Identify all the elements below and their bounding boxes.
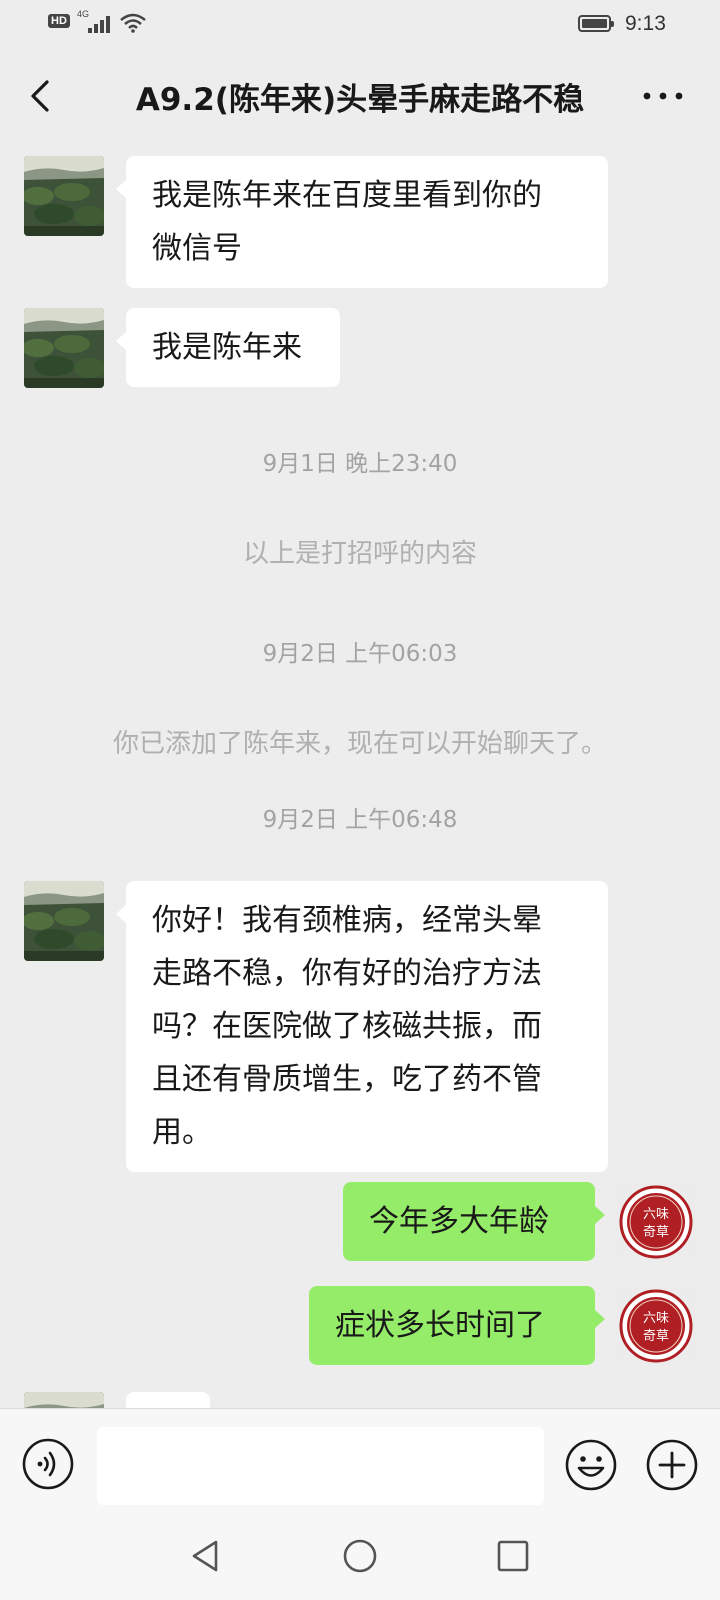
svg-text:奇草: 奇草 [643,1224,669,1240]
message-bubble-incoming[interactable]: 你好！我有颈椎病，经常头晕 走路不稳，你有好的治疗方法 吗？在医院做了核磁共振，… [116,881,608,1172]
chat-title: A9.2(陈年来)头晕手麻走路不稳 [135,82,585,118]
timestamp: 9月2日 上午06:03 [262,641,458,667]
chat-header: A9.2(陈年来)头晕手麻走路不稳 [0,50,720,144]
input-bar [0,1408,720,1515]
avatar-self[interactable]: 六味 奇草 [616,1286,696,1366]
field-photo-icon [24,308,104,388]
message-line: 用。 [152,1115,212,1150]
plus-icon[interactable] [644,1437,700,1493]
message-input[interactable] [97,1427,544,1505]
voice-icon[interactable] [21,1437,75,1491]
message-line: 症状多长时间了 [335,1308,545,1343]
timestamp: 9月2日 上午06:48 [262,807,458,833]
message-line: 且还有骨质增生，吃了药不管 [152,1062,542,1097]
message-bubble-outgoing[interactable]: 今年多大年龄 [343,1182,605,1261]
hd-badge: HD [48,14,70,28]
timestamp: 9月1日 晚上23:40 [262,451,458,477]
field-photo-icon [24,1392,104,1408]
emoji-icon[interactable] [563,1437,619,1493]
field-photo-icon [24,156,104,236]
svg-text:六味: 六味 [643,1207,669,1222]
svg-text:六味: 六味 [643,1311,669,1326]
message-bubble-incoming[interactable]: 我是陈年来 [116,308,340,387]
message-bubble-incoming[interactable] [126,1392,210,1408]
message-line: 吗？在医院做了核磁共振，而 [152,1009,542,1044]
message-line: 你好！我有颈椎病，经常头晕 [152,903,542,938]
avatar[interactable] [24,881,104,961]
signal-icon [88,16,110,33]
avatar[interactable] [24,1392,104,1408]
wifi-icon [120,13,146,33]
nav-home-icon[interactable] [340,1536,380,1576]
message-line: 今年多大年龄 [369,1204,549,1239]
message-line: 我是陈年来 [152,330,302,365]
svg-text:奇草: 奇草 [643,1328,669,1344]
message-line: 走路不稳，你有好的治疗方法 [152,956,542,991]
avatar[interactable] [24,308,104,388]
clock: 9:13 [625,12,666,35]
system-notice: 你已添加了陈年来，现在可以开始聊天了。 [112,729,607,759]
chat-messages[interactable]: 我是陈年来在百度里看到你的 微信号 我是陈年来 9月1日 晚上23:40 以上是… [0,144,720,1408]
seal-logo: 六味 奇草 [619,1289,693,1363]
system-notice: 以上是打招呼的内容 [242,539,477,569]
message-line: 微信号 [152,231,242,266]
back-icon[interactable] [22,76,62,116]
nav-back-icon[interactable] [186,1536,226,1576]
more-icon[interactable] [638,76,688,116]
status-bar: HD 4G 9:13 [0,0,720,50]
battery-icon [578,15,614,32]
system-nav-bar [0,1514,720,1600]
nav-recent-icon[interactable] [493,1536,533,1576]
message-line: 我是陈年来在百度里看到你的 [152,178,542,213]
message-bubble-incoming[interactable]: 我是陈年来在百度里看到你的 微信号 [116,156,608,288]
avatar[interactable] [24,156,104,236]
seal-logo: 六味 奇草 [619,1185,693,1259]
avatar-self[interactable]: 六味 奇草 [616,1182,696,1262]
field-photo-icon [24,881,104,961]
message-bubble-outgoing[interactable]: 症状多长时间了 [309,1286,605,1365]
